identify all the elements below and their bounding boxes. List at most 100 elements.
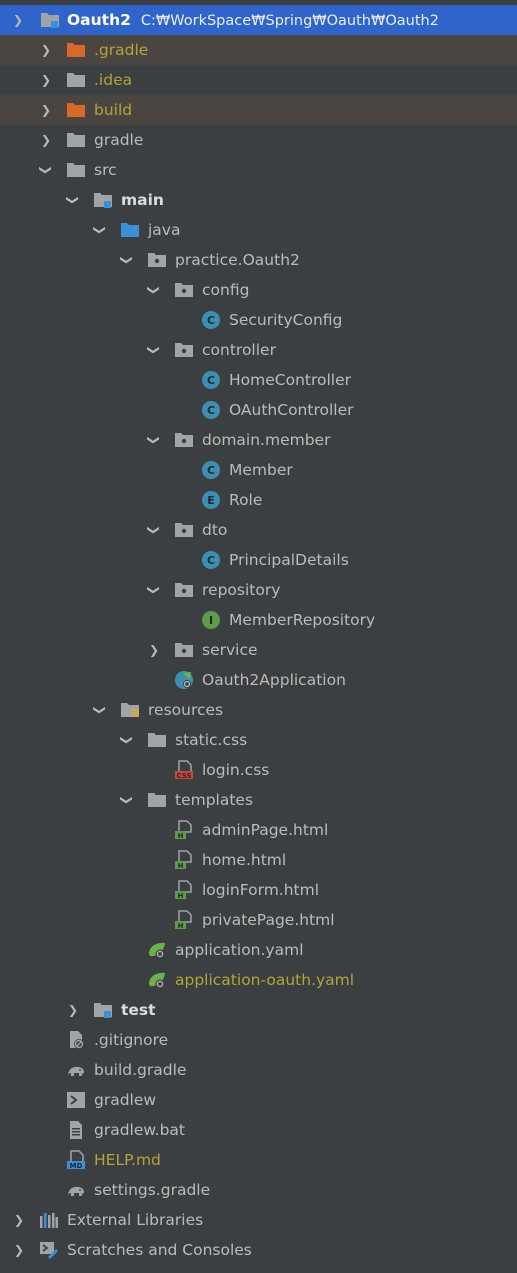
chevron-down-icon[interactable]: ❯ [8, 5, 28, 35]
tree-row-external-libraries[interactable]: ❯ External Libraries [0, 1205, 517, 1235]
tree-label: controller [202, 341, 276, 359]
tree-label: Scratches and Consoles [67, 1241, 252, 1259]
svg-text:C: C [207, 554, 215, 567]
tree-row-principaldetails[interactable]: C PrincipalDetails [0, 545, 517, 575]
gradle-elephant-icon [66, 1060, 86, 1080]
svg-text:C: C [207, 374, 215, 387]
tree-row-login-css[interactable]: CSS login.css [0, 755, 517, 785]
chevron-right-icon[interactable]: ❯ [63, 995, 83, 1025]
tree-row-repository[interactable]: ❯ repository [0, 575, 517, 605]
tree-row-scratches-and-consoles[interactable]: ❯ Scratches and Consoles [0, 1235, 517, 1265]
text-file-icon [66, 1120, 86, 1140]
tree-label: templates [175, 791, 254, 809]
svg-text:H: H [178, 832, 184, 840]
spring-config-icon [147, 940, 167, 960]
tree-row-service[interactable]: ❯ service [0, 635, 517, 665]
tree-row-domain-member[interactable]: ❯ domain.member [0, 425, 517, 455]
tree-row-homecontroller[interactable]: C HomeController [0, 365, 517, 395]
tree-row-gradle[interactable]: ❯ gradle [0, 125, 517, 155]
tree-row-resources[interactable]: ❯ resources [0, 695, 517, 725]
chevron-right-icon[interactable]: ❯ [9, 1205, 29, 1235]
tree-label: HELP.md [94, 1151, 161, 1169]
folder-excluded-icon [66, 100, 86, 120]
tree-row-gradlew-bat[interactable]: gradlew.bat [0, 1115, 517, 1145]
resources-folder-icon [120, 700, 140, 720]
tree-row-main[interactable]: ❯ main [0, 185, 517, 215]
tree-row-gitignore[interactable]: .gitignore [0, 1025, 517, 1055]
tree-row-oauth2[interactable]: ❯ Oauth2 C:₩WorkSpace₩Spring₩Oauth₩Oauth2 [0, 5, 517, 35]
chevron-right-icon[interactable]: ❯ [9, 1235, 29, 1265]
chevron-right-icon[interactable]: ❯ [144, 635, 164, 665]
tree-label: PrincipalDetails [229, 551, 349, 569]
tree-label: build [94, 101, 133, 119]
folder-icon [147, 790, 167, 810]
chevron-down-icon[interactable]: ❯ [90, 215, 110, 245]
tree-row-memberrepository[interactable]: I MemberRepository [0, 605, 517, 635]
shell-script-icon [66, 1090, 86, 1110]
chevron-down-icon[interactable]: ❯ [144, 575, 164, 605]
tree-row-src[interactable]: ❯ src [0, 155, 517, 185]
tree-row-securityconfig[interactable]: C SecurityConfig [0, 305, 517, 335]
tree-row-privatepage-html[interactable]: H privatePage.html [0, 905, 517, 935]
test-root-folder-icon [93, 1000, 113, 1020]
folder-icon [147, 730, 167, 750]
tree-row-config[interactable]: ❯ config [0, 275, 517, 305]
interface-icon: I [201, 610, 221, 630]
chevron-right-icon[interactable]: ❯ [36, 65, 56, 95]
tree-row-application-yaml[interactable]: application.yaml [0, 935, 517, 965]
chevron-down-icon[interactable]: ❯ [90, 695, 110, 725]
tree-row-settings-gradle[interactable]: settings.gradle [0, 1175, 517, 1205]
package-icon [174, 280, 194, 300]
tree-label: dto [202, 521, 228, 539]
tree-row-oauth2application[interactable]: Oauth2Application [0, 665, 517, 695]
tree-label: home.html [202, 851, 287, 869]
tree-row-java[interactable]: ❯ java [0, 215, 517, 245]
tree-row-dto[interactable]: ❯ dto [0, 515, 517, 545]
svg-text:H: H [178, 892, 184, 900]
tree-row-application-oauth-yaml[interactable]: application-oauth.yaml [0, 965, 517, 995]
class-icon: C [201, 460, 221, 480]
tree-row-home-html[interactable]: H home.html [0, 845, 517, 875]
tree-row-member[interactable]: C Member [0, 455, 517, 485]
tree-row-oauthcontroller[interactable]: C OAuthController [0, 395, 517, 425]
tree-row-loginform-html[interactable]: H loginForm.html [0, 875, 517, 905]
svg-text:C: C [207, 314, 215, 327]
svg-text:I: I [209, 614, 213, 627]
tree-row-static-css[interactable]: ❯ static.css [0, 725, 517, 755]
tree-row-dot-gradle[interactable]: ❯ .gradle [0, 35, 517, 65]
class-icon: C [201, 400, 221, 420]
chevron-down-icon[interactable]: ❯ [117, 725, 137, 755]
tree-row-role[interactable]: E Role [0, 485, 517, 515]
chevron-down-icon[interactable]: ❯ [144, 425, 164, 455]
tree-row-practice-oauth2[interactable]: ❯ practice.Oauth2 [0, 245, 517, 275]
chevron-down-icon[interactable]: ❯ [144, 275, 164, 305]
chevron-down-icon[interactable]: ❯ [63, 185, 83, 215]
svg-text:H: H [178, 922, 184, 930]
tree-row-build-gradle[interactable]: build.gradle [0, 1055, 517, 1085]
tree-label: repository [202, 581, 281, 599]
chevron-down-icon[interactable]: ❯ [144, 335, 164, 365]
tree-row-test[interactable]: ❯ test [0, 995, 517, 1025]
tree-row-templates[interactable]: ❯ templates [0, 785, 517, 815]
tree-label: test [121, 1001, 156, 1019]
folder-excluded-icon [66, 40, 86, 60]
chevron-down-icon[interactable]: ❯ [117, 245, 137, 275]
svg-text:C: C [207, 404, 215, 417]
tree-row-dot-idea[interactable]: ❯ .idea [0, 65, 517, 95]
tree-row-help-md[interactable]: MD HELP.md [0, 1145, 517, 1175]
chevron-right-icon[interactable]: ❯ [36, 125, 56, 155]
tree-label: config [202, 281, 250, 299]
tree-row-controller[interactable]: ❯ controller [0, 335, 517, 365]
source-root-folder-icon [93, 190, 113, 210]
chevron-down-icon[interactable]: ❯ [144, 515, 164, 545]
tree-row-gradlew[interactable]: gradlew [0, 1085, 517, 1115]
svg-text:C: C [207, 464, 215, 477]
chevron-right-icon[interactable]: ❯ [36, 35, 56, 65]
chevron-down-icon[interactable]: ❯ [36, 155, 56, 185]
project-tree[interactable]: ❯ Oauth2 C:₩WorkSpace₩Spring₩Oauth₩Oauth2… [0, 0, 517, 1273]
tree-row-adminpage-html[interactable]: H adminPage.html [0, 815, 517, 845]
tree-label: main [121, 191, 164, 209]
tree-row-build[interactable]: ❯ build [0, 95, 517, 125]
chevron-down-icon[interactable]: ❯ [117, 785, 137, 815]
chevron-right-icon[interactable]: ❯ [36, 95, 56, 125]
